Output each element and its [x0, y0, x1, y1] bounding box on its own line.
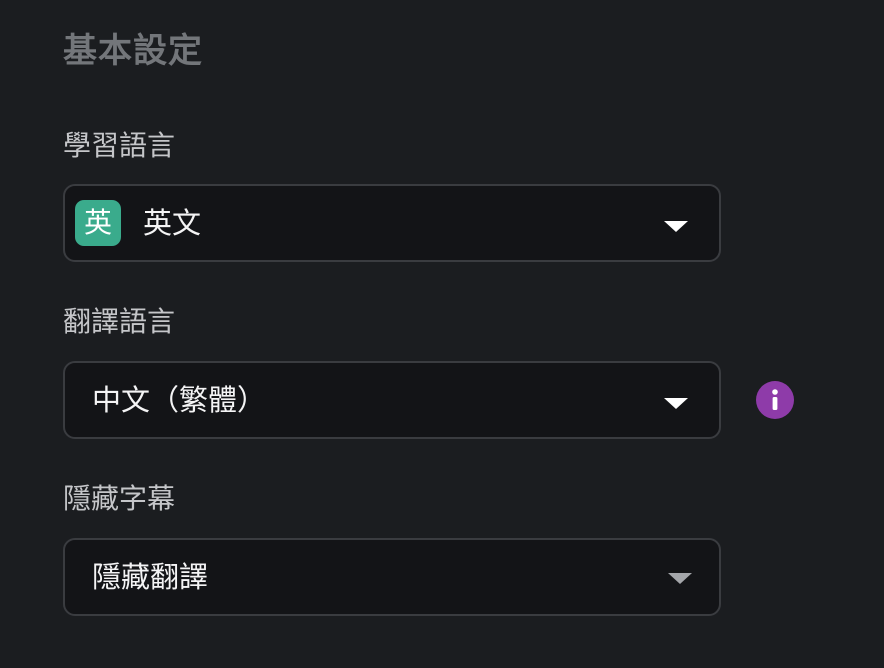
caret-down-icon	[664, 398, 688, 409]
hide-subtitles-select[interactable]: 隱藏翻譯	[63, 538, 721, 616]
info-icon[interactable]	[756, 381, 794, 419]
learning-language-select[interactable]: 英 英文	[63, 184, 721, 262]
section-title: 基本設定	[63, 31, 203, 71]
hide-subtitles-value: 隱藏翻譯	[92, 560, 209, 594]
caret-down-icon	[664, 221, 688, 232]
caret-down-icon	[668, 573, 692, 584]
learning-language-value: 英文	[143, 206, 202, 240]
translation-language-label: 翻譯語言	[63, 305, 176, 338]
hide-subtitles-label: 隱藏字幕	[63, 482, 176, 515]
info-icon-graphic	[756, 381, 794, 419]
translation-language-value: 中文（繁體）	[92, 383, 267, 417]
learning-language-label: 學習語言	[63, 129, 176, 162]
language-badge: 英	[75, 200, 121, 246]
translation-language-select[interactable]: 中文（繁體）	[63, 361, 721, 439]
basic-settings-panel: 基本設定 學習語言 英 英文 翻譯語言 中文（繁體） 隱藏字幕 隱藏翻譯	[0, 0, 884, 668]
